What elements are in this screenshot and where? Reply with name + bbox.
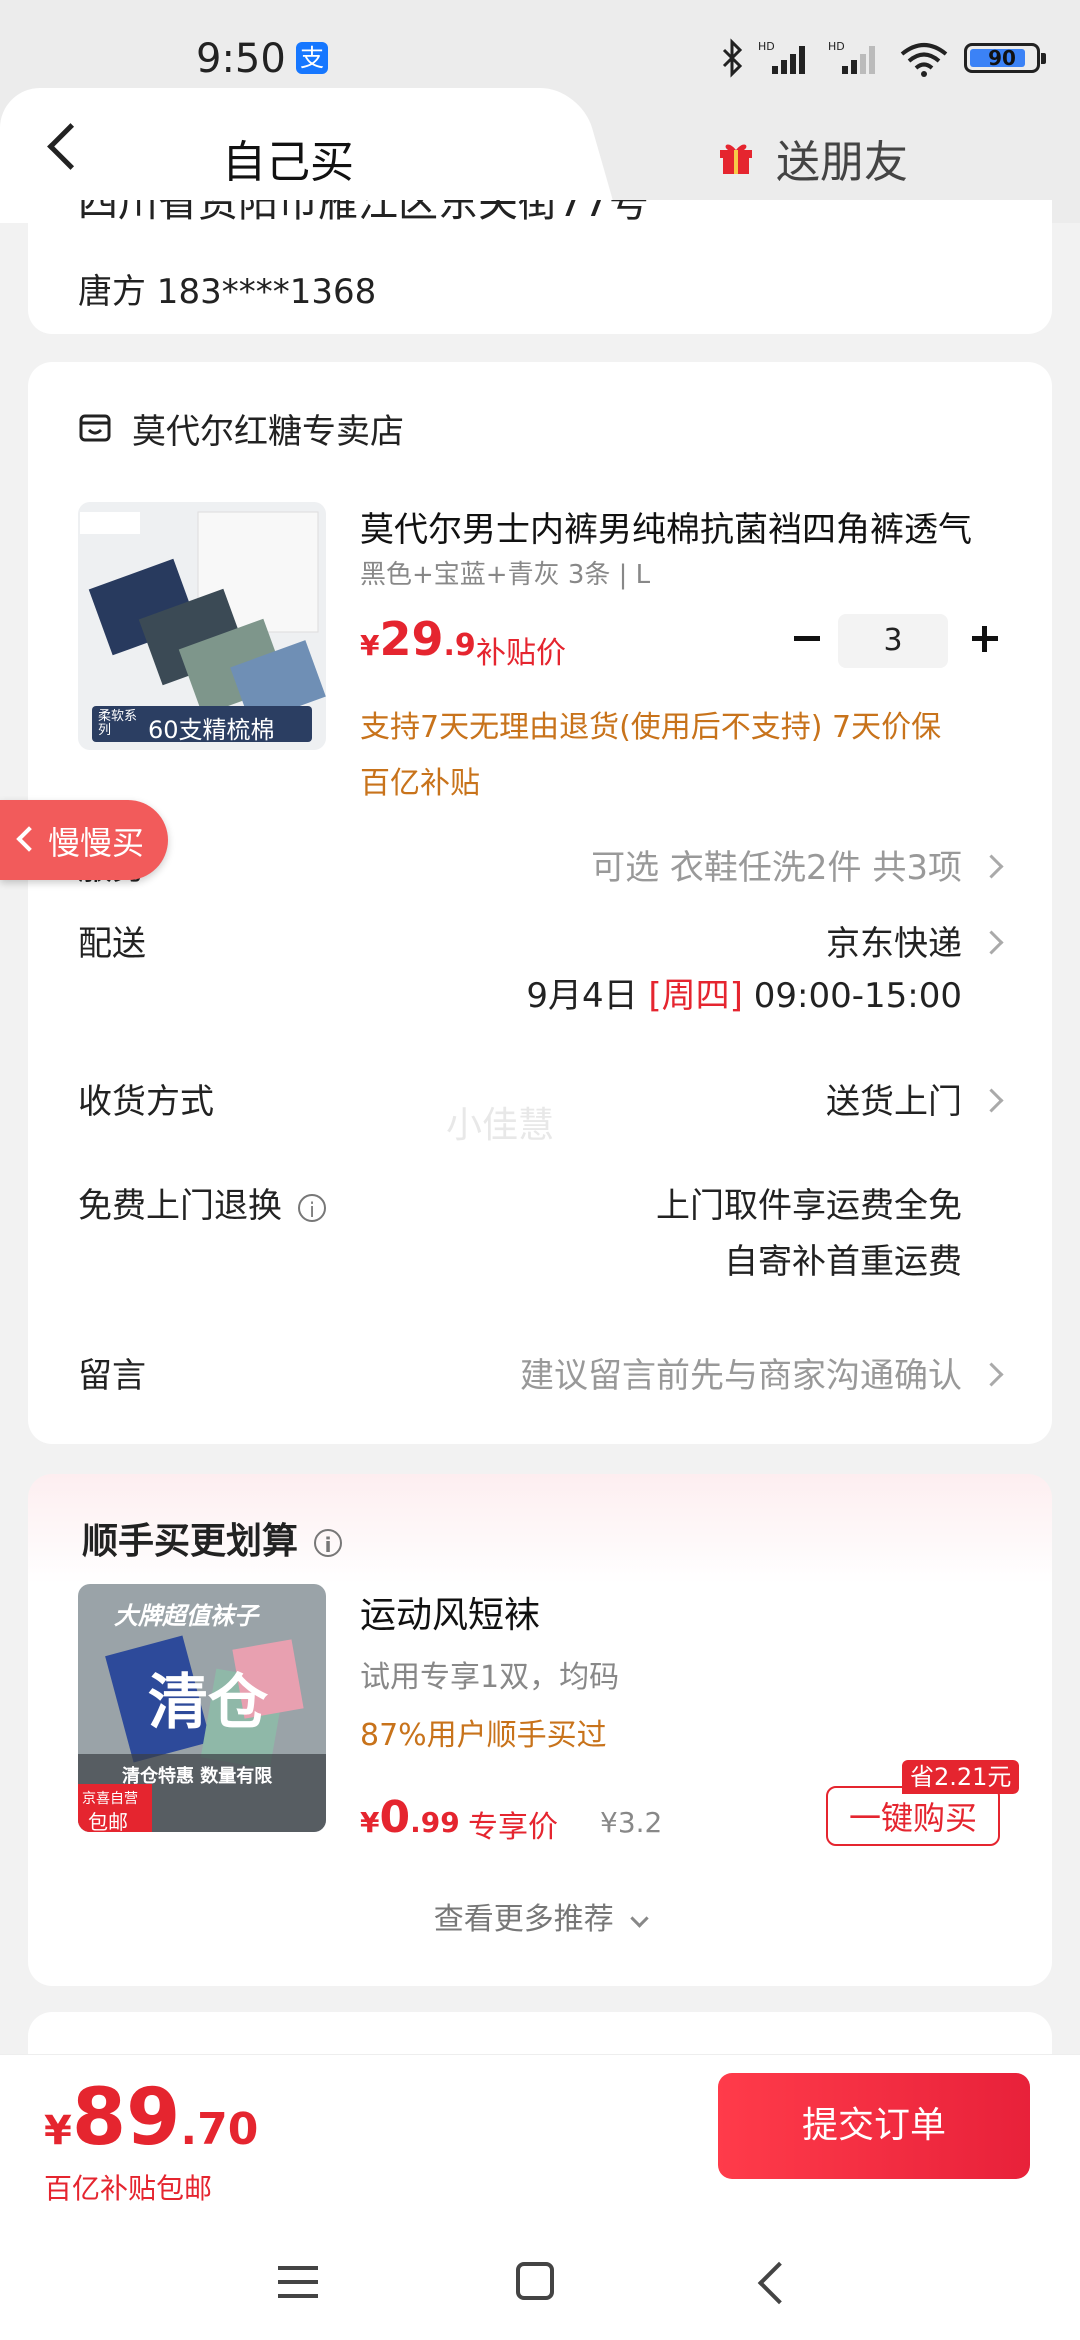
- bluetooth-icon: [722, 38, 743, 78]
- receive-label: 收货方式: [78, 1082, 214, 1122]
- recommend-image-sub: 清仓特惠 数量有限: [122, 1766, 273, 1787]
- receive-chevron-icon[interactable]: [979, 1088, 1004, 1113]
- recommend-price-label: 专享价: [468, 1810, 558, 1845]
- delivery-time-range: 09:00-15:00: [753, 976, 962, 1016]
- product-spec[interactable]: 黑色+宝蓝+青灰 3条 | L: [360, 554, 650, 591]
- gift-icon: [720, 144, 752, 174]
- recommend-image[interactable]: 大牌超值袜子 清仓 清仓特惠 数量有限 京喜自营 包邮: [78, 1584, 326, 1832]
- signal-hd-icon: HD: [758, 40, 805, 74]
- recommend-image-title: 大牌超值袜子: [114, 1602, 258, 1630]
- save-tag: 省2.21元: [902, 1760, 1020, 1794]
- product-title[interactable]: 莫代尔男士内裤男纯棉抗菌裆四角裤透气: [360, 502, 1020, 551]
- service-chevron-icon[interactable]: [979, 854, 1004, 879]
- alipay-icon: 支: [296, 42, 328, 74]
- tab-self[interactable]: 自己买: [222, 126, 354, 190]
- delivery-weekday: [周四]: [648, 976, 743, 1016]
- product-price-label: 补贴价: [476, 636, 566, 671]
- signal-hd-2-icon: HD: [828, 40, 875, 74]
- total-price: ¥89.70: [44, 2073, 259, 2163]
- product-subsidy: 百亿补贴: [360, 766, 480, 801]
- submit-order-button[interactable]: 提交订单: [718, 2073, 1030, 2179]
- delivery-label: 配送: [78, 924, 146, 964]
- info-icon[interactable]: i: [298, 1193, 326, 1222]
- bottom-bar: ¥89.70 百亿补贴包邮 提交订单: [0, 2054, 1080, 2235]
- status-time: 9:50: [196, 36, 286, 82]
- receive-value[interactable]: 送货上门: [826, 1074, 962, 1123]
- return-value-2: 自寄补首重运费: [724, 1242, 962, 1282]
- return-row: 免费上门退换 i: [78, 1178, 326, 1227]
- shop-icon: [79, 414, 111, 442]
- product-image[interactable]: 柔软系列 60支精梳棉: [78, 502, 326, 750]
- product-image-tag: 柔软系列: [98, 709, 138, 738]
- menu-icon[interactable]: [278, 2266, 318, 2298]
- recommend-title: 顺手买更划算 i: [82, 1512, 343, 1564]
- note-input[interactable]: 建议留言前先与商家沟通确认: [520, 1348, 962, 1397]
- recommend-price: ¥0.99: [360, 1792, 460, 1843]
- service-value[interactable]: 可选 衣鞋任洗2件 共3项: [591, 840, 962, 889]
- recommend-image-badge-1: 京喜自营: [82, 1791, 138, 1807]
- delivery-date: 9月4日: [526, 976, 638, 1016]
- recommend-info-icon[interactable]: i: [314, 1529, 343, 1557]
- note-chevron-icon[interactable]: [979, 1362, 1004, 1387]
- address-card[interactable]: 四川省资阳市雁江区东关街77号 唐方 183****1368: [28, 200, 1052, 334]
- chevron-down-icon: [630, 1909, 649, 1928]
- quantity-plus-button[interactable]: [966, 620, 1002, 656]
- watermark: 小佳慧: [446, 1105, 555, 1146]
- delivery-time[interactable]: 9月4日 [周四] 09:00-15:00: [526, 968, 962, 1017]
- recommend-desc: 试用专享1双，均码: [360, 1660, 620, 1695]
- note-label: 留言: [78, 1356, 146, 1396]
- slow-buy-label: 慢慢买: [48, 824, 145, 862]
- recommend-image-badge-2: 包邮: [88, 1810, 128, 1832]
- svg-text:HD: HD: [758, 40, 775, 53]
- delivery-chevron-icon[interactable]: [979, 930, 1004, 955]
- product-image-badge: 60支精梳棉: [148, 716, 275, 744]
- recommend-original-price: ¥3.2: [600, 1806, 663, 1839]
- tab-friend[interactable]: 送朋友: [776, 126, 908, 190]
- recommend-card: 顺手买更划算 i 大牌超值袜子 清仓 清仓特惠 数量有限 京喜自营 包邮 运动风短…: [28, 1474, 1052, 1986]
- shop-name[interactable]: 莫代尔红糖专卖店: [132, 404, 404, 453]
- quantity-minus-button[interactable]: [788, 620, 824, 656]
- battery-icon: 90: [964, 43, 1046, 73]
- one-click-buy-button[interactable]: 一键购买: [826, 1786, 1000, 1846]
- recommend-image-big: 清仓: [148, 1668, 268, 1738]
- order-card: 莫代尔红糖专卖店 柔软系列 60支精梳棉 莫代尔男士内裤男纯棉抗菌裆四角裤透气 …: [28, 362, 1052, 1444]
- home-icon[interactable]: [516, 2262, 554, 2300]
- recommend-name[interactable]: 运动风短袜: [360, 1586, 540, 1638]
- recommend-rate: 87%用户顺手买过: [360, 1718, 607, 1753]
- chevron-left-icon: [16, 826, 42, 852]
- address-line: 四川省资阳市雁江区东关街77号: [78, 200, 649, 226]
- total-note: 百亿补贴包邮: [44, 2172, 213, 2205]
- wifi-icon: [900, 43, 948, 77]
- system-nav-bar: [0, 2234, 1080, 2340]
- product-price: ¥29.9: [360, 612, 476, 666]
- see-more-button[interactable]: 查看更多推荐: [28, 1894, 1052, 1938]
- product-policy: 支持7天无理由退货(使用后不支持) 7天价保: [360, 710, 942, 745]
- svg-text:HD: HD: [828, 40, 845, 53]
- status-icons: HD HD 90: [720, 30, 1046, 86]
- address-contact: 唐方 183****1368: [78, 272, 377, 312]
- quantity-input[interactable]: 3: [838, 614, 948, 668]
- return-label: 免费上门退换: [78, 1186, 282, 1226]
- slow-buy-button[interactable]: 慢慢买: [0, 800, 168, 880]
- delivery-value[interactable]: 京东快递: [826, 916, 962, 965]
- return-value-1: 上门取件享运费全免: [656, 1186, 962, 1226]
- nav-back-icon[interactable]: [757, 2261, 801, 2305]
